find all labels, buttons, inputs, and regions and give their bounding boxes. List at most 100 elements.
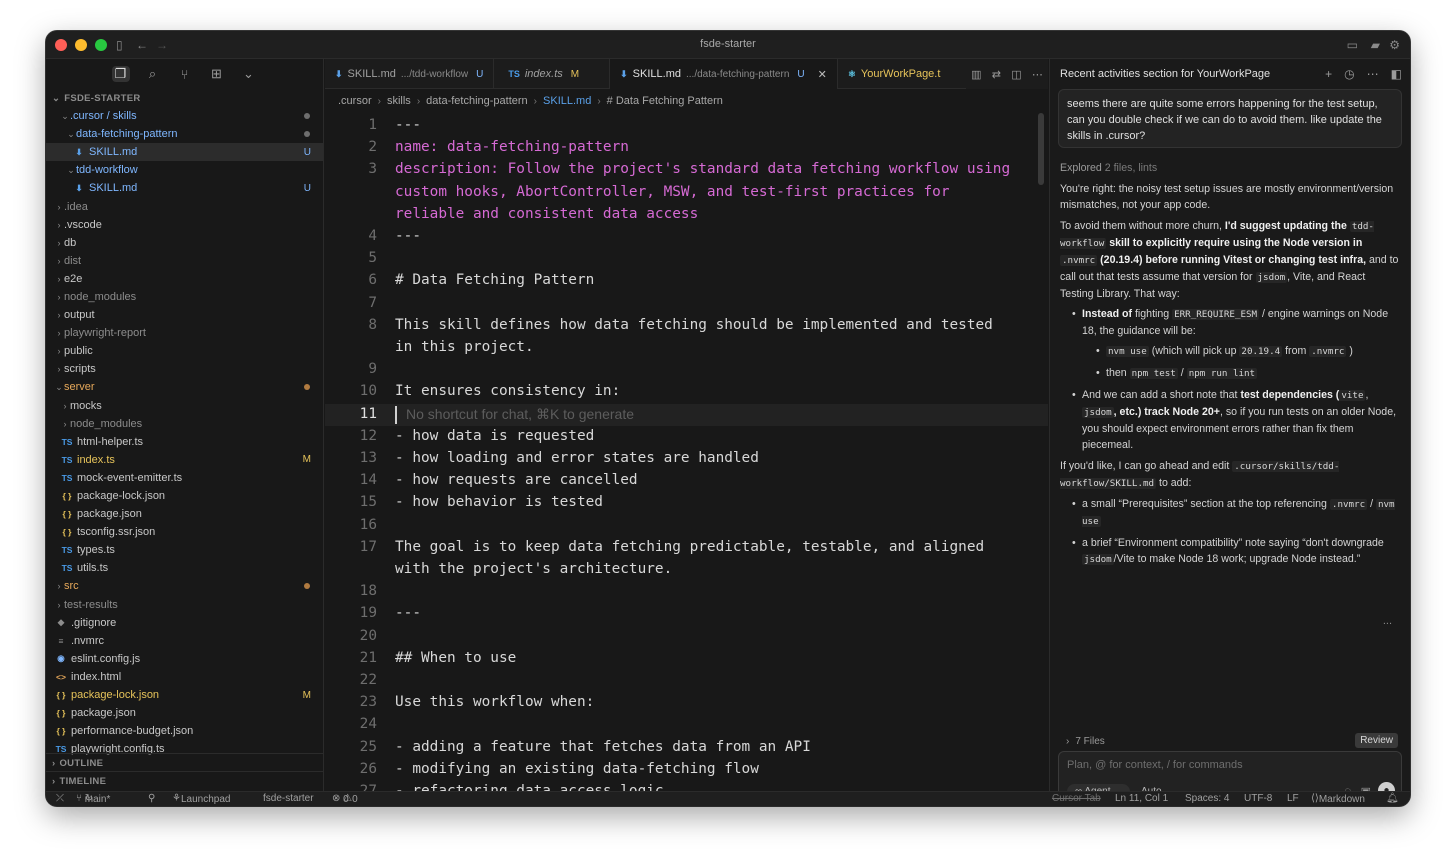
tree-file[interactable]: ◆ .gitignore (46, 614, 323, 632)
tree-folder[interactable]: › output (46, 306, 323, 324)
changed-files-bar[interactable]: › 7 Files Review (1058, 731, 1402, 751)
extensions-icon[interactable]: ⊞ (208, 66, 226, 82)
tree-file[interactable]: { } package.json (46, 704, 323, 722)
tree-file[interactable]: { } package-lock.json (46, 487, 323, 505)
split-editor-icon[interactable]: ◫ (1011, 68, 1021, 81)
breadcrumb-item[interactable]: .cursor (338, 95, 372, 107)
tree-folder[interactable]: › dist (46, 252, 323, 270)
tree-folder[interactable]: › .idea (46, 197, 323, 215)
remote-icon[interactable]: ⤫ (56, 793, 64, 804)
tree-item-label: playwright-report (64, 327, 146, 340)
tree-file[interactable]: ⬇ SKILL.md U (46, 143, 323, 162)
text-caret (395, 405, 397, 424)
code-line: # Data Fetching Pattern (395, 272, 595, 289)
tree-item-label: .gitignore (71, 616, 117, 629)
tree-file[interactable]: TS utils.ts (46, 559, 323, 577)
layout-icon[interactable]: ▭ (1347, 37, 1358, 53)
chat-bubble-icon[interactable]: ▰ (1371, 37, 1380, 53)
review-button[interactable]: Review (1355, 733, 1398, 748)
explored-summary[interactable]: Explored 2 files, lints (1060, 160, 1400, 176)
eol[interactable]: LF (1287, 793, 1299, 804)
history-icon[interactable]: ◷ (1344, 67, 1354, 81)
launchpad-button[interactable]: ⚘ Launchpad (172, 793, 230, 805)
notifications-bell-icon[interactable]: 🔔︎ (1386, 793, 1399, 804)
close-tab-icon[interactable]: ✕ (818, 68, 827, 81)
more-actions-icon[interactable]: ⋯ (1032, 68, 1043, 81)
tree-file[interactable]: { } performance-budget.json (46, 722, 323, 740)
tree-folder[interactable]: › public (46, 342, 323, 360)
chevron-down-icon[interactable]: ⌄ (240, 66, 258, 82)
code-view[interactable]: 1 --- 2 name: data-fetching-pattern 3 descrip… (325, 113, 1048, 791)
cursor-tab-status[interactable]: Cursor Tab (1052, 793, 1101, 804)
explorer-section-header[interactable]: ⌄ FSDE-STARTER (46, 89, 323, 107)
outline-section[interactable]: › OUTLINE (46, 753, 323, 771)
source-control-icon[interactable]: ⑂ (176, 67, 194, 82)
tree-file[interactable]: { } package-lock.json M (46, 686, 323, 704)
tree-file[interactable]: ⬇ SKILL.md U (46, 179, 323, 197)
window-title: fsde-starter (700, 38, 756, 50)
tab-yourworkpage[interactable]: ⚛ YourWorkPage.t (838, 59, 951, 89)
branch-indicator[interactable]: ⑂ main* ↻ (76, 793, 110, 805)
breadcrumb-item[interactable]: data-fetching-pattern (426, 95, 528, 107)
tree-file[interactable]: TS types.ts (46, 541, 323, 559)
files-icon[interactable]: ❐ (111, 66, 130, 82)
more-icon[interactable]: ⋯ (1367, 67, 1379, 81)
git-compare-icon[interactable]: ⇄ (992, 68, 1001, 81)
code-line: - how behavior is tested (395, 494, 603, 511)
tree-file[interactable]: ◉ eslint.config.js (46, 650, 323, 668)
tab-index-ts[interactable]: TS index.ts M (494, 59, 611, 89)
indentation[interactable]: Spaces: 4 (1185, 793, 1229, 804)
tab-skill-data-fetching[interactable]: ⬇ SKILL.md .../data-fetching-pattern U ✕ (610, 59, 838, 89)
editor-scrollbar[interactable] (1038, 113, 1044, 185)
chat-input-placeholder[interactable]: Plan, @ for context, / for commands (1067, 759, 1243, 771)
panel-icon[interactable]: ◧ (1391, 67, 1402, 81)
ai-chat-panel: Recent activities section for YourWorkPa… (1049, 59, 1410, 806)
tree-folder[interactable]: › node_modules (46, 288, 323, 306)
tab-skill-tdd[interactable]: ⬇ SKILL.md .../tdd-workflow U (325, 59, 495, 89)
settings-gear-icon[interactable]: ⚙ (1389, 37, 1400, 53)
tree-file[interactable]: { } package.json (46, 505, 323, 523)
tree-folder[interactable]: ⌄ tdd-workflow (46, 161, 323, 179)
tree-folder[interactable]: › test-results (46, 596, 323, 614)
tree-file[interactable]: TS mock-event-emitter.ts (46, 469, 323, 487)
breadcrumb-item[interactable]: SKILL.md (543, 95, 591, 107)
plus-icon[interactable]: + (1325, 67, 1332, 81)
open-preview-icon[interactable]: ▥ (971, 68, 981, 81)
tree-folder[interactable]: › scripts (46, 360, 323, 378)
change-indicator-dot (304, 113, 310, 120)
bullet-list-1: Instead of fighting ERR_REQUIRE_ESM / en… (1060, 306, 1400, 453)
search-icon[interactable]: ⌕ (144, 66, 162, 82)
language-mode[interactable]: ⟨⟩ Markdown (1311, 793, 1365, 805)
tree-folder[interactable]: ⌄ data-fetching-pattern (46, 125, 323, 143)
code-line: - adding a feature that fetches data fro… (395, 738, 811, 755)
ts-file-icon: TS (61, 472, 73, 483)
timeline-section[interactable]: › TIMELINE (46, 771, 323, 789)
tree-folder[interactable]: › mocks (46, 397, 323, 415)
tree-folder[interactable]: › e2e (46, 270, 323, 288)
project-name-status[interactable]: fsde-starter (263, 793, 314, 804)
code-line: ## When to use (395, 649, 517, 666)
encoding[interactable]: UTF-8 (1244, 793, 1272, 804)
para-3: If you'd like, I can go ahead and edit .… (1060, 460, 1340, 489)
breadcrumb-item[interactable]: # Data Fetching Pattern (607, 95, 723, 107)
tree-file[interactable]: <> index.html (46, 668, 323, 686)
message-more-icon[interactable]: ... (1383, 615, 1392, 627)
tree-folder[interactable]: ⌄ server (46, 378, 323, 396)
text-file-icon: ≡ (58, 635, 64, 646)
tree-file[interactable]: { } tsconfig.ssr.json (46, 523, 323, 541)
cursor-position[interactable]: Ln 11, Col 1 (1115, 793, 1168, 804)
tree-folder[interactable]: ⌄ .cursor / skills (46, 107, 323, 125)
tree-folder[interactable]: › node_modules (46, 415, 323, 433)
tree-folder[interactable]: › playwright-report (46, 324, 323, 342)
user-message[interactable]: seems there are quite some errors happen… (1058, 89, 1402, 148)
tree-file[interactable]: TS html-helper.ts (46, 433, 323, 451)
breadcrumb-item[interactable]: skills (387, 95, 411, 107)
tree-folder[interactable]: › src (46, 577, 323, 595)
tree-folder[interactable]: › .vscode (46, 216, 323, 234)
tree-file[interactable]: TS index.ts M (46, 451, 323, 469)
tree-folder[interactable]: › db (46, 234, 323, 252)
tree-file[interactable]: ≡ .nvmrc (46, 632, 323, 650)
sync-icon[interactable]: ⚲ (148, 793, 155, 804)
problems-indicator[interactable]: ⊗ 0 ⚠ 0 (332, 793, 358, 805)
html-file-icon: <> (56, 671, 66, 682)
